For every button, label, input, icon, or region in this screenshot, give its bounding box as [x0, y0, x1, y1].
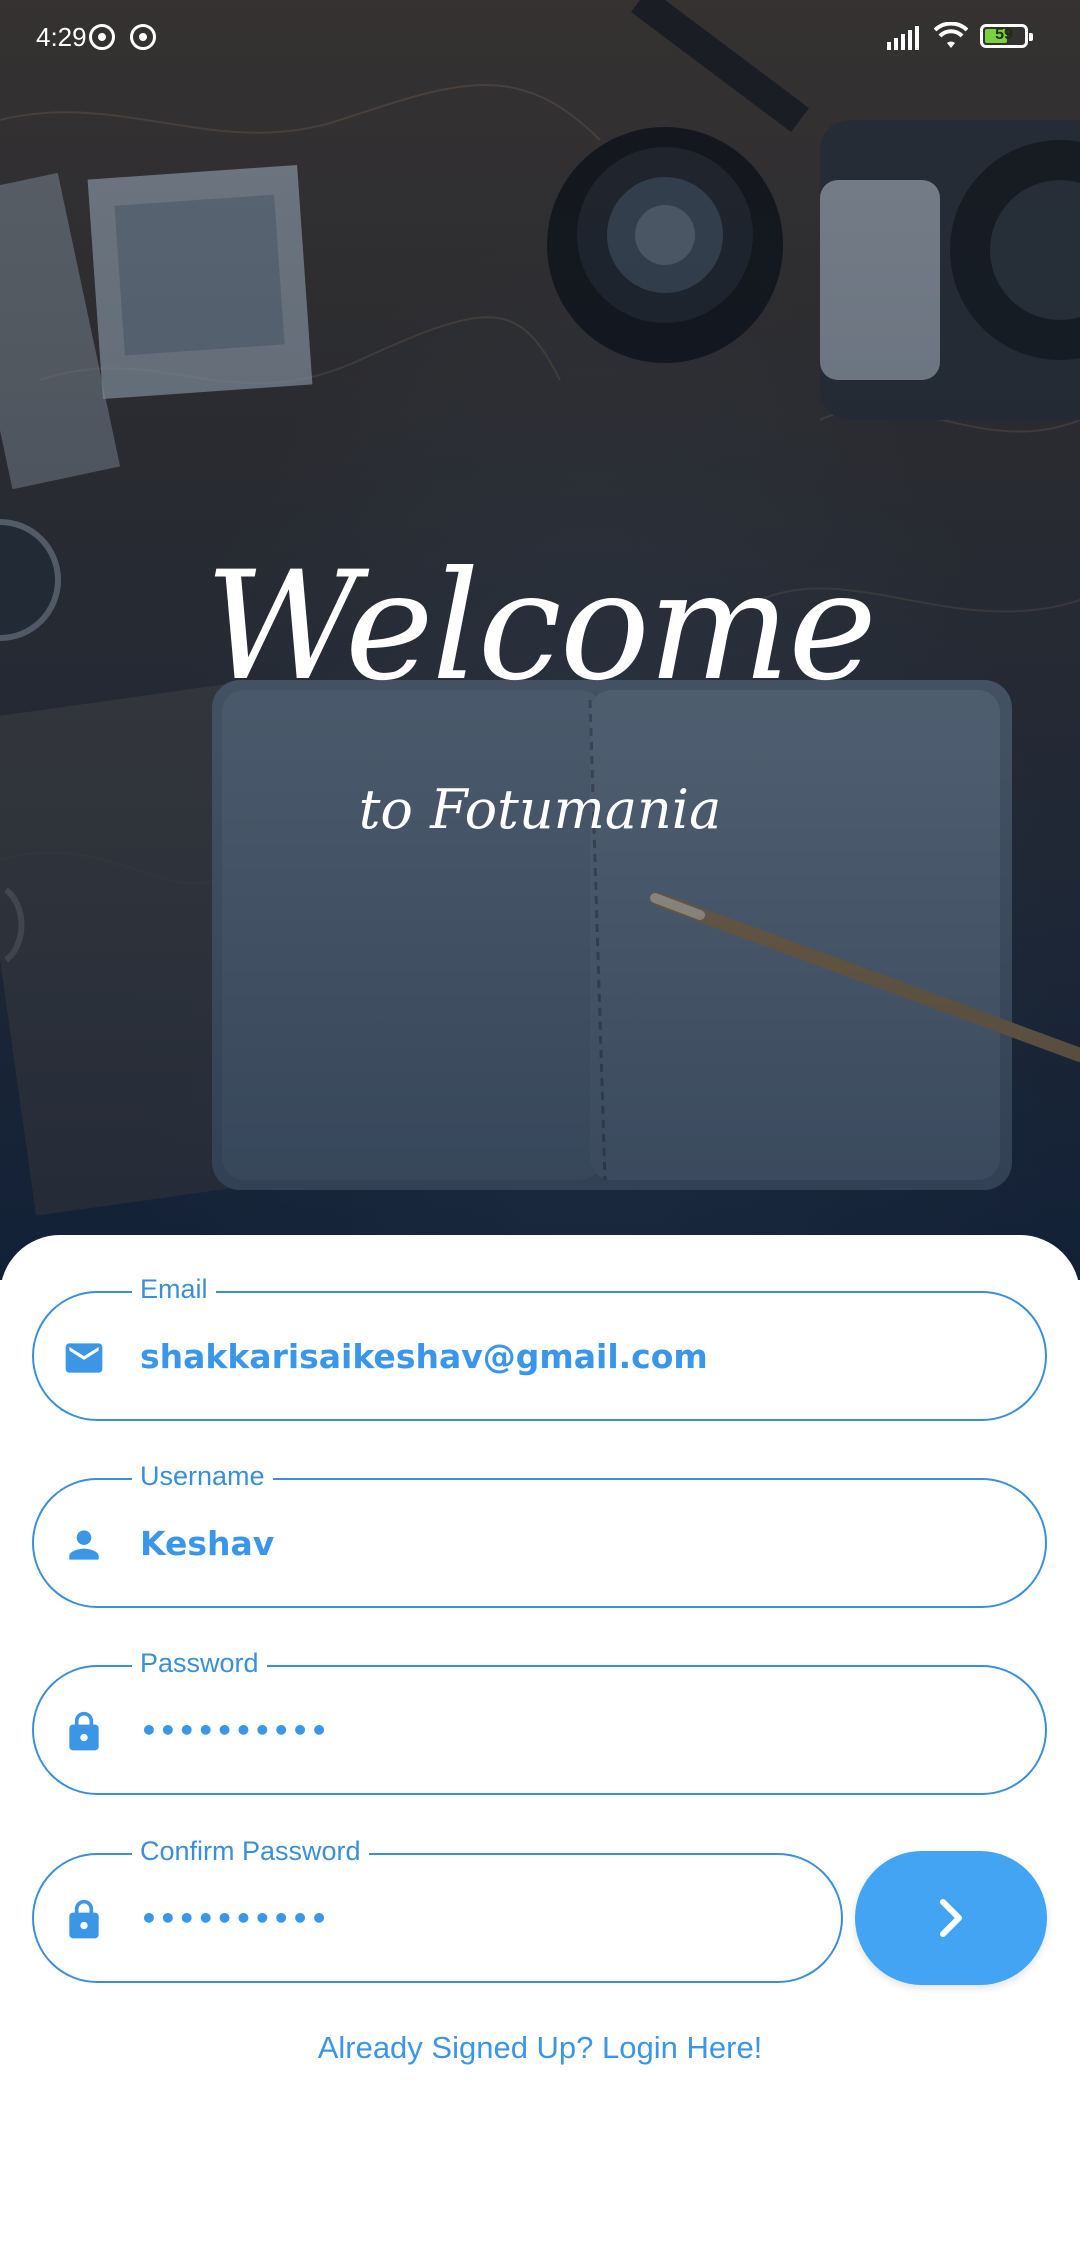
lock-icon	[69, 1899, 99, 1939]
login-link[interactable]: Already Signed Up? Login Here!	[0, 2030, 1080, 2066]
person-icon	[69, 1530, 99, 1560]
chevron-right-icon	[940, 1899, 962, 1937]
email-label: Email	[132, 1269, 216, 1309]
password-label: Password	[132, 1643, 267, 1683]
welcome-title: Welcome	[204, 540, 877, 714]
confirm-password-field[interactable]: Confirm Password ••••••••••	[32, 1831, 843, 1983]
app-notification-icon	[89, 24, 115, 50]
password-field[interactable]: Password ••••••••••	[32, 1643, 1047, 1795]
username-label: Username	[132, 1456, 273, 1496]
password-input[interactable]: ••••••••••	[140, 1709, 1015, 1753]
lock-icon	[69, 1711, 99, 1751]
battery-level: 59	[995, 26, 1013, 43]
submit-button[interactable]	[855, 1851, 1047, 1985]
signal-icon	[887, 26, 919, 50]
username-field[interactable]: Username Keshav	[32, 1456, 1047, 1608]
username-input[interactable]: Keshav	[140, 1522, 1015, 1566]
battery-cap	[1029, 33, 1033, 41]
welcome-subtitle: to Fotumania	[358, 778, 722, 841]
battery-icon: 59	[980, 24, 1033, 48]
confirm-password-input[interactable]: ••••••••••	[140, 1897, 811, 1941]
confirm-password-label: Confirm Password	[132, 1831, 369, 1871]
mail-icon	[65, 1343, 103, 1373]
wifi-icon	[934, 22, 968, 48]
status-time: 4:29	[36, 22, 87, 52]
status-bar: 4:29 59	[0, 0, 1080, 76]
app-notification-icon	[130, 24, 156, 50]
email-input[interactable]: shakkarisaikeshav@gmail.com	[140, 1335, 1015, 1379]
email-field[interactable]: Email shakkarisaikeshav@gmail.com	[32, 1269, 1047, 1421]
